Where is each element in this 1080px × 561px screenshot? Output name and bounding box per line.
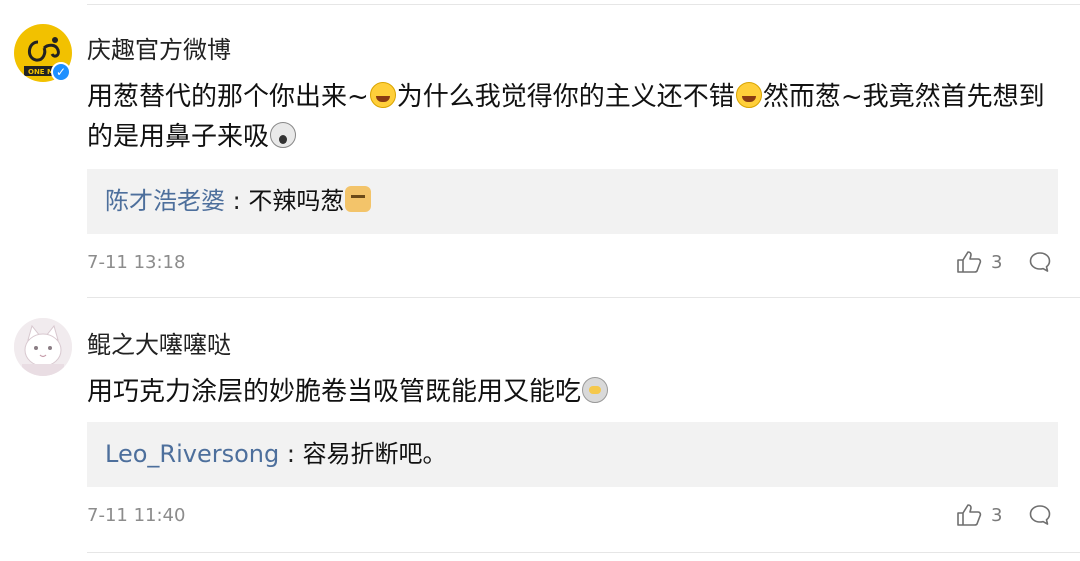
comment-divider <box>87 297 1080 298</box>
username[interactable]: 庆趣官方微博 <box>87 30 231 65</box>
comment-text-part: 为什么我觉得你的主义还不错 <box>396 82 735 112</box>
comment-bubble-icon <box>1029 252 1051 272</box>
reply-username[interactable]: Leo_Riversong <box>105 440 279 468</box>
reply-button[interactable] <box>1028 250 1052 278</box>
thumbs-up-icon <box>957 504 982 526</box>
avatar[interactable] <box>14 318 72 376</box>
reply-text: 容易折断吧。 <box>302 440 447 468</box>
reply-box: Leo_Riversong : 容易折断吧。 <box>87 422 1058 487</box>
ultraman-emoji <box>582 377 609 403</box>
laugh-cry-emoji <box>369 82 396 108</box>
bottom-divider <box>87 552 1080 553</box>
thumbs-up-icon <box>957 251 982 273</box>
like-button[interactable]: 3 <box>956 250 1002 274</box>
like-count: 3 <box>991 251 1003 273</box>
comment-text: 用巧克力涂层的妙脆卷当吸管既能用又能吃 <box>87 372 1057 412</box>
username[interactable]: 鲲之大噻噻哒 <box>87 325 231 360</box>
comment-bubble-icon <box>1029 505 1051 525</box>
comment-text: 用葱替代的那个你出来~ 为什么我觉得你的主义还不错 然而葱~我竟然首先想到的是用鼻子… <box>87 77 1057 157</box>
timestamp: 7-11 11:40 <box>87 505 186 526</box>
reply-username[interactable]: 陈才浩老婆 <box>105 187 225 215</box>
reply-separator: : <box>225 187 249 215</box>
top-divider <box>87 4 1080 5</box>
like-button[interactable]: 3 <box>956 503 1002 527</box>
verified-badge-icon: ✓ <box>51 62 71 82</box>
comment-text-part: 用葱替代的那个你出来~ <box>87 82 369 112</box>
shocked-emoji <box>270 122 297 148</box>
reply-button[interactable] <box>1028 503 1052 531</box>
reply-text: 不辣吗葱 <box>248 187 345 215</box>
laugh-cry-emoji <box>735 82 762 108</box>
reply-separator: : <box>279 440 303 468</box>
reply-line: Leo_Riversong : 容易折断吧。 <box>105 436 447 472</box>
doge-emoji <box>345 186 372 212</box>
reply-box: 陈才浩老婆 : 不辣吗葱 <box>87 169 1058 234</box>
cat-avatar-icon <box>14 318 72 376</box>
reply-line: 陈才浩老婆 : 不辣吗葱 <box>105 183 372 219</box>
comment-text-part: 用巧克力涂层的妙脆卷当吸管既能用又能吃 <box>87 377 582 407</box>
like-count: 3 <box>991 504 1003 526</box>
timestamp: 7-11 13:18 <box>87 252 186 273</box>
